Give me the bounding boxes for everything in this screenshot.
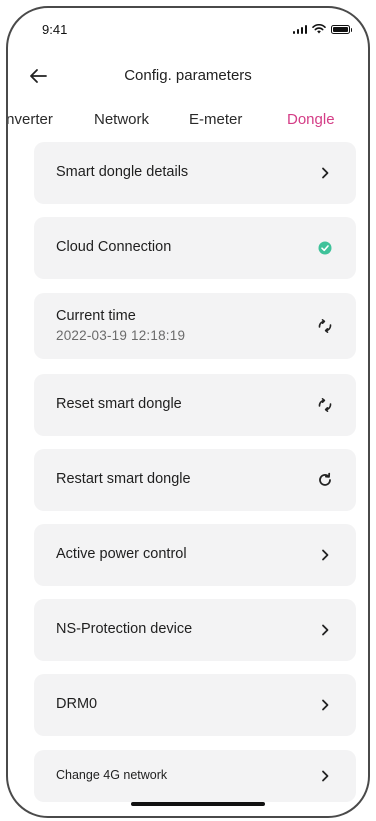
chevron-right-icon: [322, 770, 329, 782]
sync-icon[interactable]: [316, 317, 334, 335]
list-item-ns-protection-device[interactable]: NS-Protection device: [34, 599, 356, 661]
tab-e-meter[interactable]: E-meter: [189, 111, 242, 128]
phone-frame: 9:41 Config. parameters Inverter Network…: [6, 6, 370, 818]
list-item-label: Active power control: [56, 546, 187, 562]
page-title: Config. parameters: [124, 67, 252, 84]
home-indicator: [131, 802, 265, 806]
chevron-right-icon: [322, 699, 329, 711]
list-item-restart-smart-dongle[interactable]: Restart smart dongle: [34, 449, 356, 511]
list-item-smart-dongle-details[interactable]: Smart dongle details: [34, 142, 356, 204]
refresh-icon[interactable]: [316, 471, 334, 489]
list-item-label: Reset smart dongle: [56, 396, 182, 412]
list-item-label: Cloud Connection: [56, 239, 172, 255]
status-time: 9:41: [42, 22, 68, 37]
list-item-label: Current time: [56, 308, 136, 324]
list-item-label: Smart dongle details: [56, 164, 189, 180]
tab-inverter[interactable]: Inverter: [8, 111, 53, 128]
status-bar: 9:41: [8, 8, 368, 52]
tab-network[interactable]: Network: [94, 111, 149, 128]
list-item-current-time[interactable]: Current time 2022-03-19 12:18:19: [34, 293, 356, 359]
chevron-right-icon: [322, 549, 329, 561]
header: Config. parameters: [8, 56, 368, 96]
list-item-active-power-control[interactable]: Active power control: [34, 524, 356, 586]
tab-dongle[interactable]: Dongle: [287, 111, 335, 128]
status-icons: [292, 24, 352, 34]
list-item-label: Change 4G network: [56, 768, 168, 782]
chevron-right-icon: [322, 167, 329, 179]
list-item-label: DRM0: [56, 696, 98, 712]
tab-bar: Inverter Network E-meter Dongle: [8, 111, 368, 135]
battery-icon: [331, 24, 352, 34]
chevron-right-icon: [322, 624, 329, 636]
list-item-drm0[interactable]: DRM0: [34, 674, 356, 736]
cellular-signal-icon: [292, 24, 307, 34]
list-item-label: NS-Protection device: [56, 621, 193, 637]
wifi-icon: [312, 24, 326, 34]
current-time-value: 2022-03-19 12:18:19: [56, 328, 186, 343]
list-item-cloud-connection[interactable]: Cloud Connection: [34, 217, 356, 279]
check-circle-icon: [318, 241, 332, 255]
sync-icon[interactable]: [316, 396, 334, 414]
list-item-label: Restart smart dongle: [56, 471, 191, 487]
list-item-change-4g-network[interactable]: Change 4G network: [34, 750, 356, 802]
list-item-reset-smart-dongle[interactable]: Reset smart dongle: [34, 374, 356, 436]
